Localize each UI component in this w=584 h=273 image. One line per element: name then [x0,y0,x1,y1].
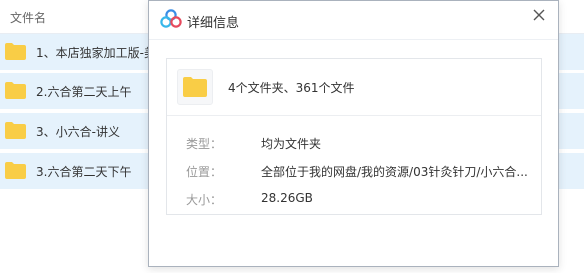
baidu-netdisk-logo-icon [160,9,182,28]
folder-icon [5,162,26,179]
file-name[interactable]: 1、本店独家加工版-美 [36,44,156,61]
size-value: 28.26GB [261,191,313,205]
divider [167,115,541,116]
folder-icon [183,77,207,97]
details-dialog: 详细信息 4个文件夹、361个文件 类型： 均为文件夹 位置： 全部位于我的网盘… [148,0,559,267]
close-icon[interactable] [530,6,548,24]
folder-icon [5,82,26,99]
location-value: 全部位于我的网盘/我的资源/03针灸针刀/小六合... [261,165,528,179]
file-name[interactable]: 3、小六合-讲义 [36,123,120,140]
info-panel: 4个文件夹、361个文件 类型： 均为文件夹 位置： 全部位于我的网盘/我的资源… [166,58,542,215]
type-value: 均为文件夹 [261,137,322,151]
dialog-title: 详细信息 [187,16,240,31]
location-label: 位置： [186,165,223,179]
folder-icon [5,122,26,139]
type-label: 类型： [186,137,223,151]
folder-icon [5,43,26,60]
file-name[interactable]: 2.六合第二天上午 [36,83,131,100]
folder-thumbnail [177,69,213,105]
item-summary: 4个文件夹、361个文件 [228,81,355,95]
file-name[interactable]: 3.六合第二天下午 [36,163,131,180]
dialog-titlebar[interactable]: 详细信息 [149,1,558,40]
size-label: 大小： [186,193,223,207]
column-header-filename[interactable]: 文件名 [10,9,46,26]
